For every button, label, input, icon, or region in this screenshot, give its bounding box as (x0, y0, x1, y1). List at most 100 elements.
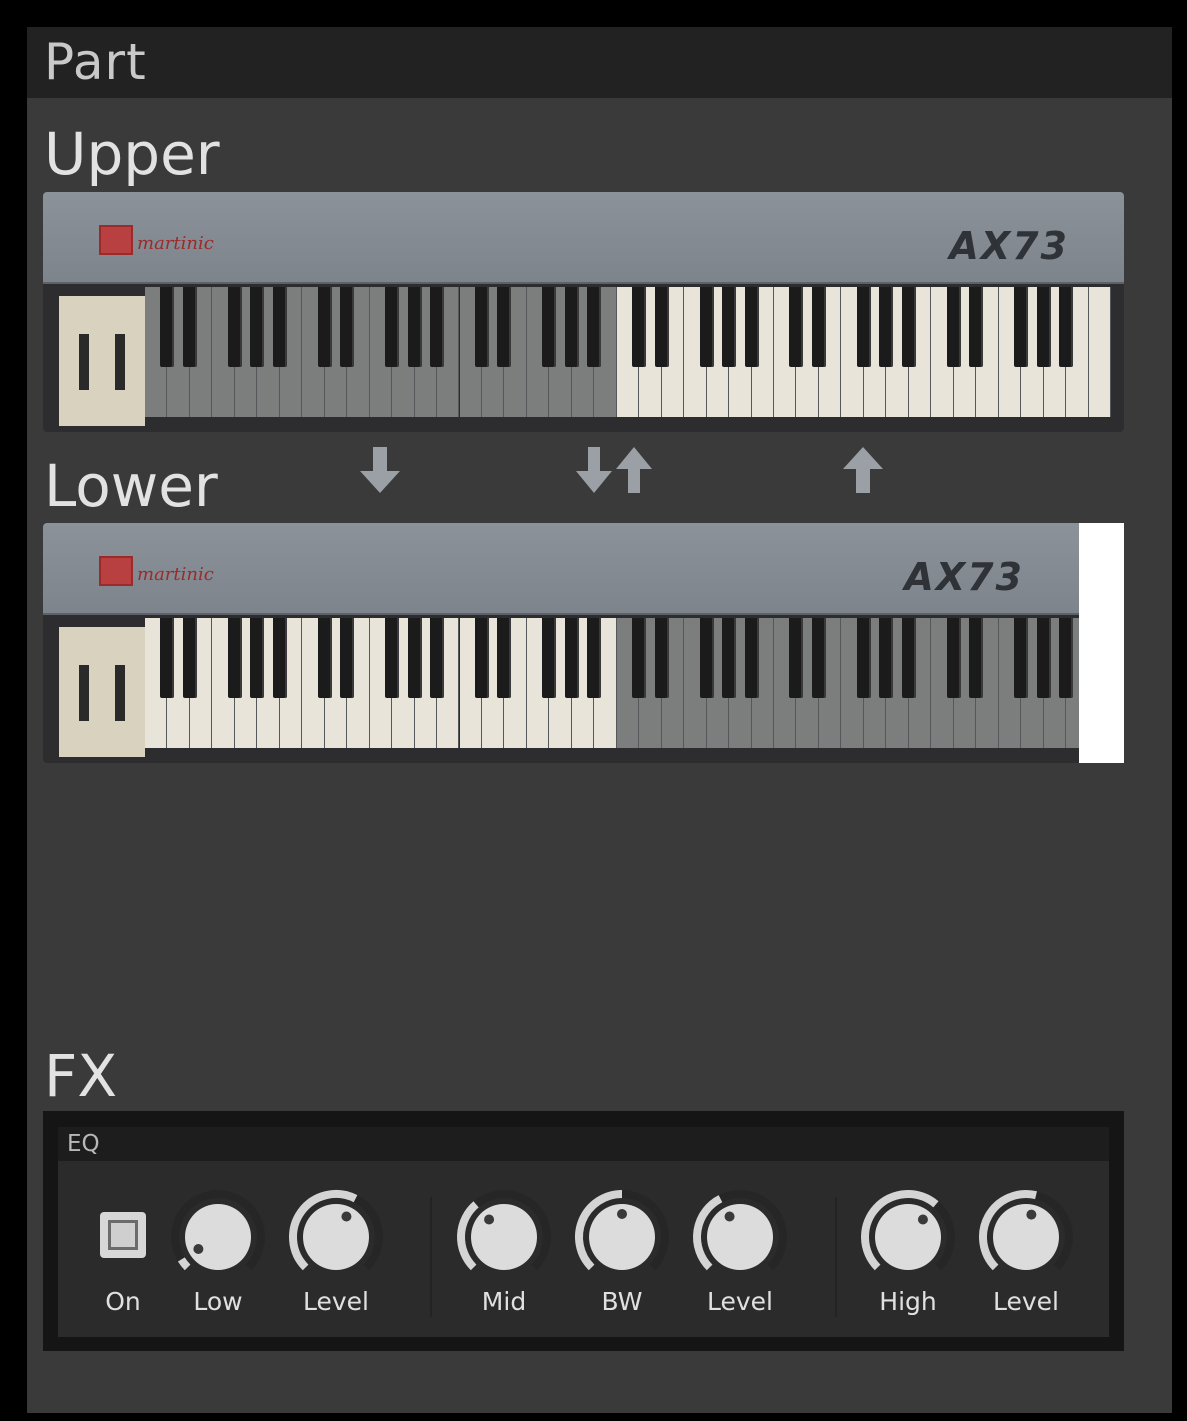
knob-icon (457, 1190, 551, 1271)
knob-label: Mid (481, 1287, 527, 1316)
black-key[interactable] (250, 287, 265, 367)
black-key[interactable] (474, 287, 489, 367)
black-key[interactable] (969, 618, 984, 698)
black-key[interactable] (1059, 618, 1074, 698)
black-key[interactable] (340, 287, 355, 367)
black-key[interactable] (789, 287, 804, 367)
black-key[interactable] (632, 287, 647, 367)
black-key[interactable] (969, 287, 984, 367)
black-key[interactable] (317, 287, 332, 367)
black-key[interactable] (272, 287, 287, 367)
black-key[interactable] (1014, 287, 1029, 367)
keyboard-top-panel: martinic AX73 (43, 192, 1124, 284)
black-key[interactable] (856, 618, 871, 698)
knob-icon (693, 1190, 787, 1271)
pitch-mod-controls[interactable] (59, 627, 145, 757)
black-key[interactable] (879, 287, 894, 367)
black-key[interactable] (160, 287, 175, 367)
black-key[interactable] (407, 618, 422, 698)
lower-title: Lower (44, 452, 218, 520)
pitch-wheel[interactable] (79, 334, 89, 390)
keys[interactable] (145, 618, 1111, 748)
black-key[interactable] (654, 287, 669, 367)
black-key[interactable] (542, 618, 557, 698)
eq-knob-level[interactable]: Level (690, 1187, 790, 1337)
divider (430, 1197, 432, 1317)
black-key[interactable] (632, 618, 647, 698)
black-key[interactable] (340, 618, 355, 698)
keyboard-top-panel: martinic AX73 (43, 523, 1124, 615)
knob-icon (171, 1190, 265, 1271)
black-key[interactable] (699, 287, 714, 367)
keys[interactable] (145, 287, 1111, 417)
eq-knob-high[interactable]: High (858, 1187, 958, 1337)
black-key[interactable] (227, 618, 242, 698)
black-key[interactable] (497, 618, 512, 698)
panel-header: Part (27, 27, 1172, 98)
black-key[interactable] (564, 287, 579, 367)
eq-knob-mid[interactable]: Mid (454, 1187, 554, 1337)
black-key[interactable] (430, 287, 445, 367)
black-key[interactable] (587, 618, 602, 698)
black-key[interactable] (160, 618, 175, 698)
black-key[interactable] (272, 618, 287, 698)
black-key[interactable] (744, 618, 759, 698)
black-key[interactable] (182, 287, 197, 367)
lower-keyboard[interactable]: martinic AX73 (43, 523, 1124, 763)
model-name: AX73 (904, 555, 1024, 599)
down-arrow-icon[interactable] (356, 447, 404, 506)
black-key[interactable] (564, 618, 579, 698)
pitch-mod-controls[interactable] (59, 296, 145, 426)
black-key[interactable] (901, 618, 916, 698)
upper-keyboard[interactable]: martinic AX73 (43, 192, 1124, 432)
black-key[interactable] (385, 618, 400, 698)
black-key[interactable] (1014, 618, 1029, 698)
black-key[interactable] (856, 287, 871, 367)
panel-title: Part (44, 33, 147, 91)
black-key[interactable] (699, 618, 714, 698)
black-key[interactable] (474, 618, 489, 698)
eq-knob-low[interactable]: Low (168, 1187, 268, 1337)
black-key[interactable] (227, 287, 242, 367)
black-key[interactable] (811, 287, 826, 367)
swap-arrows-icon[interactable] (575, 447, 657, 506)
mod-wheel[interactable] (115, 665, 125, 721)
black-key[interactable] (385, 287, 400, 367)
black-key[interactable] (744, 287, 759, 367)
eq-on-control[interactable]: On (73, 1187, 173, 1337)
white-key[interactable] (1088, 287, 1111, 417)
black-key[interactable] (722, 618, 737, 698)
black-key[interactable] (542, 287, 557, 367)
black-key[interactable] (654, 618, 669, 698)
black-key[interactable] (497, 287, 512, 367)
eq-on-button[interactable] (100, 1212, 146, 1258)
black-key[interactable] (1059, 287, 1074, 367)
black-key[interactable] (946, 287, 961, 367)
black-key[interactable] (317, 618, 332, 698)
black-key[interactable] (407, 287, 422, 367)
black-key[interactable] (587, 287, 602, 367)
eq-knob-bw[interactable]: BW (572, 1187, 672, 1337)
black-key[interactable] (879, 618, 894, 698)
black-key[interactable] (789, 618, 804, 698)
black-key[interactable] (1036, 618, 1051, 698)
black-key[interactable] (250, 618, 265, 698)
eq-on-label: On (105, 1287, 141, 1316)
mod-wheel[interactable] (115, 334, 125, 390)
black-key[interactable] (901, 287, 916, 367)
black-key[interactable] (722, 287, 737, 367)
martinic-logo-icon (99, 556, 133, 586)
eq-header: EQ (58, 1127, 1109, 1161)
eq-knob-level[interactable]: Level (976, 1187, 1076, 1337)
eq-knob-level[interactable]: Level (286, 1187, 386, 1337)
model-name: AX73 (949, 224, 1069, 268)
black-key[interactable] (1036, 287, 1051, 367)
black-key[interactable] (811, 618, 826, 698)
blank-overlay (1079, 523, 1124, 763)
black-key[interactable] (430, 618, 445, 698)
pitch-wheel[interactable] (79, 665, 89, 721)
black-key[interactable] (946, 618, 961, 698)
knob-icon (861, 1190, 955, 1271)
up-arrow-icon[interactable] (839, 447, 887, 506)
black-key[interactable] (182, 618, 197, 698)
